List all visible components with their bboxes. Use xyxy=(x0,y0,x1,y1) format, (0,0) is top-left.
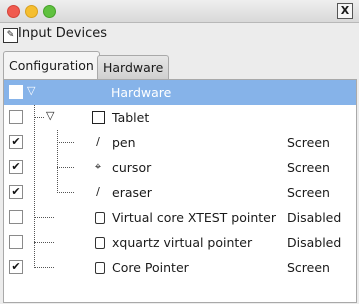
tree-row-label: cursor xyxy=(112,160,152,175)
device-tree: ▽ Hardware ▽ Tablet ✔ ∕ pen Screen ✔ ⌖ c… xyxy=(3,79,357,303)
device-mode[interactable]: Disabled xyxy=(287,235,341,250)
tree-row-label: Virtual core XTEST pointer xyxy=(112,210,276,225)
pen-checkbox[interactable]: ✔ xyxy=(9,135,23,149)
hardware-checkbox[interactable] xyxy=(9,85,23,99)
cursor-checkbox[interactable]: ✔ xyxy=(9,160,23,174)
x11-icon: X xyxy=(337,3,353,19)
virtual-core-xtest-pointer-checkbox[interactable] xyxy=(9,210,23,224)
mouse-icon xyxy=(95,212,105,224)
tree-row-core-pointer[interactable]: ✔ Core Pointer Screen xyxy=(4,255,356,280)
tree-row-label: eraser xyxy=(112,185,152,200)
eraser-icon: ∕ xyxy=(96,185,100,198)
zoom-window-button[interactable] xyxy=(43,5,56,18)
tree-row-label: Hardware xyxy=(111,85,172,100)
window-titlebar: X xyxy=(0,0,359,23)
tab-hardware[interactable]: Hardware xyxy=(97,55,170,80)
tree-row-hardware[interactable]: ▽ Hardware xyxy=(4,80,356,105)
tree-row-virtual-core-xtest-pointer[interactable]: Virtual core XTEST pointer Disabled xyxy=(4,205,356,230)
tree-row-cursor[interactable]: ✔ ⌖ cursor Screen xyxy=(4,155,356,180)
eraser-checkbox[interactable]: ✔ xyxy=(9,185,23,199)
input-devices-app-icon: ✎ xyxy=(3,28,18,43)
tab-configuration[interactable]: Configuration xyxy=(3,51,100,80)
expand-arrow-icon[interactable]: ▽ xyxy=(46,109,54,122)
core-pointer-checkbox[interactable]: ✔ xyxy=(9,260,23,274)
device-mode[interactable]: Screen xyxy=(287,135,330,150)
device-mode[interactable]: Screen xyxy=(287,160,330,175)
tablet-checkbox[interactable] xyxy=(9,110,23,124)
close-window-button[interactable] xyxy=(7,5,20,18)
device-mode[interactable]: Disabled xyxy=(287,210,341,225)
expand-arrow-icon[interactable]: ▽ xyxy=(27,84,35,97)
app-header: ✎ Input Devices xyxy=(0,22,359,46)
tree-row-label: xquartz virtual pointer xyxy=(112,235,253,250)
tree-row-tablet[interactable]: ▽ Tablet xyxy=(4,105,356,130)
minimize-window-button[interactable] xyxy=(25,5,38,18)
tree-row-xquartz-virtual-pointer[interactable]: xquartz virtual pointer Disabled xyxy=(4,230,356,255)
pen-icon: ∕ xyxy=(96,135,100,148)
tree-row-pen[interactable]: ✔ ∕ pen Screen xyxy=(4,130,356,155)
tree-row-label: pen xyxy=(112,135,136,150)
app-title: Input Devices xyxy=(18,26,108,41)
cursor-icon: ⌖ xyxy=(94,160,102,173)
xquartz-virtual-pointer-checkbox[interactable] xyxy=(9,235,23,249)
device-mode[interactable]: Screen xyxy=(287,260,330,275)
tree-row-label: Tablet xyxy=(112,110,150,125)
tree-row-label: Core Pointer xyxy=(112,260,189,275)
tab-bar: Configuration Hardware xyxy=(0,51,359,80)
mouse-icon xyxy=(95,262,105,274)
tablet-icon xyxy=(92,111,105,124)
mouse-icon xyxy=(95,237,105,249)
device-mode[interactable]: Screen xyxy=(287,185,330,200)
tree-row-eraser[interactable]: ✔ ∕ eraser Screen xyxy=(4,180,356,205)
